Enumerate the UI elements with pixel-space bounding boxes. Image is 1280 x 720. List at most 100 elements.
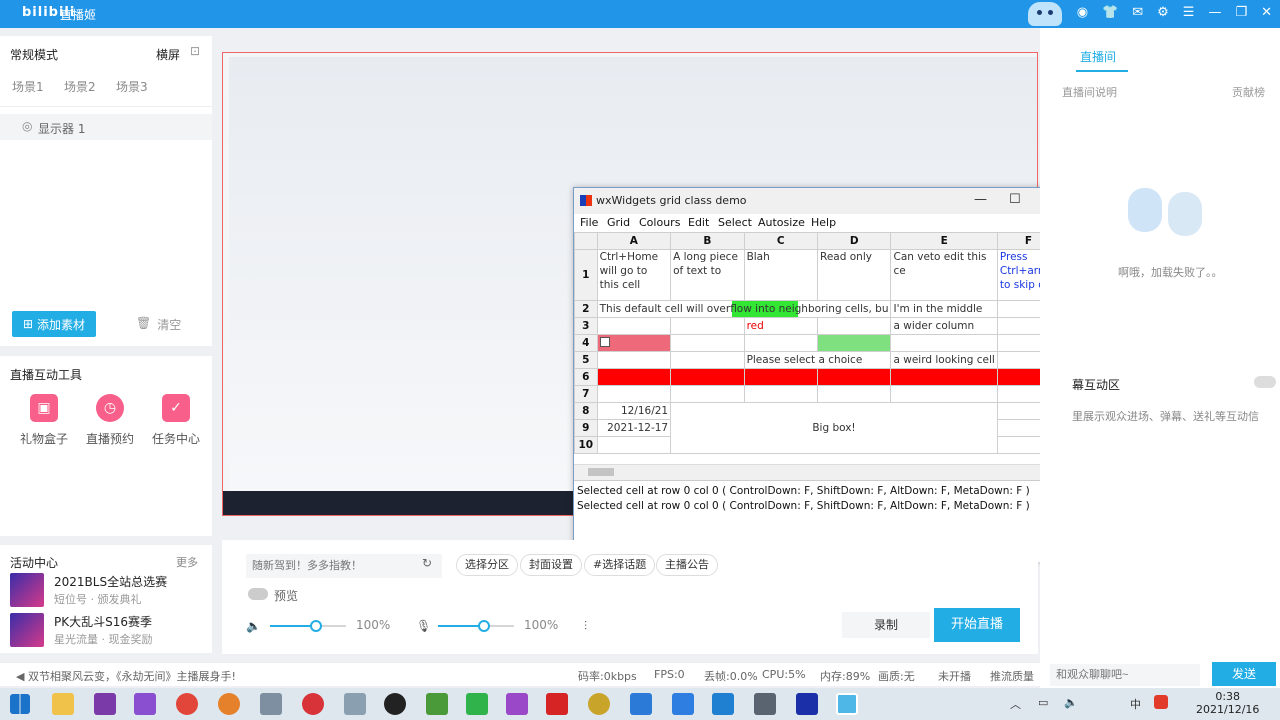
eye-icon[interactable]: ◎ xyxy=(22,119,32,133)
menu-icon[interactable]: ☰ xyxy=(1183,5,1195,20)
grid-cell[interactable]: I'm in the middle xyxy=(890,300,998,318)
data-grid[interactable]: A B C D E F 1 Ctrl+Home will go to this … xyxy=(574,232,1060,464)
activity-item[interactable]: PK大乱斗S16赛季 星光流量 · 现金奖励 xyxy=(10,613,210,647)
minimize-icon[interactable]: — xyxy=(1208,5,1221,20)
clock[interactable]: 0:38 2021/12/16 xyxy=(1196,690,1259,716)
row-header[interactable]: 2 xyxy=(574,300,598,318)
status-marquee[interactable]: ◀ 双节相聚风云变，《永劫无间》主播展身手! xyxy=(16,668,236,684)
netease-music-icon[interactable] xyxy=(302,693,324,715)
grid-cell[interactable] xyxy=(890,385,998,403)
grid-cell[interactable] xyxy=(743,334,819,352)
app-icon[interactable] xyxy=(426,693,448,715)
grid-cell[interactable] xyxy=(817,334,892,352)
speaker-slider[interactable] xyxy=(270,620,346,632)
activity-more-link[interactable]: 更多 xyxy=(176,554,198,570)
grid-cell[interactable] xyxy=(596,351,672,369)
menu-select[interactable]: Select xyxy=(718,216,752,229)
app-icon[interactable] xyxy=(506,693,528,715)
grid-cell[interactable] xyxy=(596,368,672,386)
column-header[interactable]: D xyxy=(817,232,892,250)
add-material-button[interactable]: ⊞ 添加素材 xyxy=(12,311,96,337)
live-title-input[interactable] xyxy=(246,554,442,578)
row-header[interactable]: 9 xyxy=(574,419,598,437)
speaker-icon[interactable]: 🔈 xyxy=(246,619,261,633)
row-header[interactable]: 7 xyxy=(574,385,598,403)
row-header[interactable]: 5 xyxy=(574,351,598,369)
grid-cell[interactable] xyxy=(817,317,892,335)
scene-tab-1[interactable]: 场景1 xyxy=(12,78,44,95)
scene-tab-3[interactable]: 场景3 xyxy=(116,78,148,95)
select-category-chip[interactable]: 选择分区 xyxy=(456,554,518,576)
mic-slider[interactable] xyxy=(438,620,514,632)
slider-knob[interactable] xyxy=(309,620,322,632)
cover-settings-chip[interactable]: 封面设置 xyxy=(520,554,582,576)
contribution-rank-link[interactable]: 贡献榜 xyxy=(1232,84,1265,100)
mode-label[interactable]: 常规模式 xyxy=(10,46,58,63)
refresh-icon[interactable]: ↻ xyxy=(422,556,432,570)
record-button[interactable]: 录制 xyxy=(842,612,930,638)
orientation-toggle[interactable]: 横屏 xyxy=(156,46,180,63)
row-header[interactable]: 8 xyxy=(574,402,598,420)
grid-cell[interactable]: A long piece of text to xyxy=(670,249,745,301)
windows-start-icon[interactable] xyxy=(10,694,30,714)
grid-cell[interactable] xyxy=(743,385,819,403)
grid-cell[interactable] xyxy=(890,334,998,352)
qq-music-icon[interactable] xyxy=(466,693,488,715)
grid-cell[interactable]: red xyxy=(743,317,819,335)
grid-cell[interactable] xyxy=(670,334,745,352)
grid-cell[interactable] xyxy=(817,385,892,403)
maximize-icon[interactable]: ☐ xyxy=(1009,192,1021,207)
column-header[interactable]: A xyxy=(596,232,672,250)
grid-cell[interactable] xyxy=(596,385,672,403)
column-header[interactable]: C xyxy=(743,232,819,250)
close-icon[interactable]: ✕ xyxy=(1261,5,1272,20)
grid-cell[interactable] xyxy=(743,368,819,386)
grid-cell[interactable]: Ctrl+Home will go to this cell xyxy=(596,249,672,301)
app-icon[interactable] xyxy=(754,693,776,715)
lock-icon[interactable]: ⊡ xyxy=(190,44,200,58)
column-header[interactable]: B xyxy=(670,232,745,250)
menu-edit[interactable]: Edit xyxy=(688,216,709,229)
menu-file[interactable]: File xyxy=(580,216,598,229)
preview-toggle[interactable] xyxy=(248,588,268,600)
app-icon[interactable] xyxy=(672,693,694,715)
app-icon[interactable] xyxy=(344,693,366,715)
volume-icon[interactable]: 🔈 xyxy=(1064,696,1078,709)
visual-studio-icon[interactable] xyxy=(134,693,156,715)
tool-gift-box[interactable]: ▣ 礼物盒子 xyxy=(12,394,76,447)
sogou-ime-icon[interactable] xyxy=(1154,695,1168,709)
onenote-icon[interactable] xyxy=(94,693,116,715)
scene-tab-2[interactable]: 场景2 xyxy=(64,78,96,95)
checkbox-cell[interactable] xyxy=(596,334,672,352)
grid-cell[interactable]: Can veto edit this ce xyxy=(890,249,998,301)
youdao-icon[interactable] xyxy=(546,693,568,715)
avatar[interactable]: ◉ xyxy=(1077,5,1088,20)
tray-chevron-icon[interactable]: ︿ xyxy=(1010,696,1021,712)
ime-indicator[interactable]: 中 xyxy=(1130,696,1141,712)
menu-autosize[interactable]: Autosize xyxy=(758,216,805,229)
grid-cell[interactable]: 2021-12-17 xyxy=(596,419,672,437)
row-header[interactable]: 3 xyxy=(574,317,598,335)
file-explorer-icon[interactable] xyxy=(52,693,74,715)
app-icon[interactable] xyxy=(260,693,282,715)
column-header[interactable]: E xyxy=(890,232,998,250)
checkbox[interactable] xyxy=(599,336,610,347)
mail-icon[interactable]: ✉ xyxy=(1132,5,1143,20)
bilibili-live-taskbar-icon[interactable] xyxy=(836,693,858,715)
chrome-icon[interactable] xyxy=(176,693,198,715)
menu-grid[interactable]: Grid xyxy=(607,216,630,229)
skin-icon[interactable]: 👕 xyxy=(1102,5,1118,20)
corner-header[interactable] xyxy=(574,232,598,250)
maximize-icon[interactable]: ❐ xyxy=(1235,5,1247,20)
big-box-cell[interactable]: Big box! xyxy=(670,402,998,454)
app-icon[interactable] xyxy=(588,693,610,715)
gear-icon[interactable]: ⚙ xyxy=(1157,5,1169,20)
danmu-input[interactable] xyxy=(1050,664,1200,686)
grid-cell[interactable] xyxy=(670,317,745,335)
search-app-icon[interactable] xyxy=(218,693,240,715)
live-room-notes-link[interactable]: 直播间说明 xyxy=(1062,84,1117,100)
microphone-icon[interactable]: 🎙 xyxy=(416,619,431,633)
grid-cell[interactable] xyxy=(596,317,672,335)
slider-knob[interactable] xyxy=(477,620,490,632)
push-quality[interactable]: 推流质量 xyxy=(990,668,1034,684)
